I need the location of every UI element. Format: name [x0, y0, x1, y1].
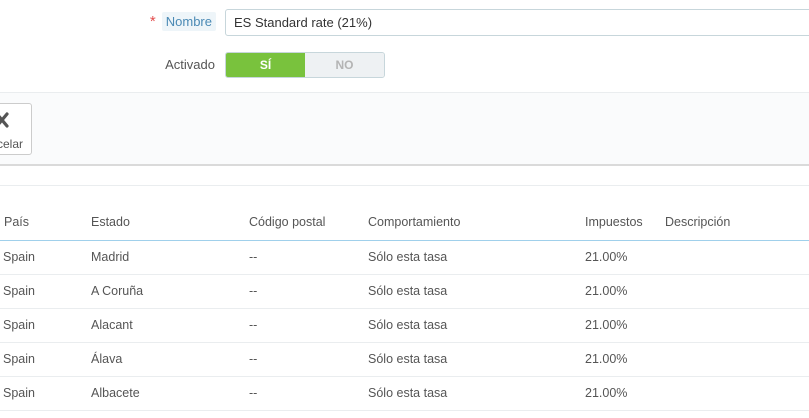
cell-impuestos: 21.00%: [585, 342, 665, 377]
cell-comportamiento: Sólo esta tasa: [368, 274, 585, 309]
cell-comportamiento: Sólo esta tasa: [368, 308, 585, 343]
active-toggle-yes[interactable]: SÍ: [226, 53, 305, 77]
table-row[interactable]: Spain Álava -- Sólo esta tasa 21.00%: [0, 342, 809, 377]
cell-impuestos: 21.00%: [585, 274, 665, 309]
cell-descripcion: [665, 240, 809, 275]
col-header-pais[interactable]: País: [0, 205, 91, 241]
col-header-descripcion[interactable]: Descripción: [665, 205, 809, 241]
cell-comportamiento: Sólo esta tasa: [368, 342, 585, 377]
form-footer: celar: [0, 92, 809, 166]
cell-codigo-postal: --: [249, 308, 368, 343]
cell-estado: Álava: [91, 342, 249, 377]
cell-estado: Alacant: [91, 308, 249, 343]
cell-descripcion: [665, 308, 809, 343]
close-icon-svg: [0, 112, 9, 128]
cell-pais: Spain: [0, 376, 91, 411]
required-marker: *: [149, 13, 156, 30]
cell-comportamiento: Sólo esta tasa: [368, 240, 585, 275]
table-row[interactable]: Spain Madrid -- Sólo esta tasa 21.00%: [0, 240, 809, 275]
cell-comportamiento: Sólo esta tasa: [368, 376, 585, 411]
name-label-text: Nombre: [161, 12, 216, 31]
cell-estado: Albacete: [91, 376, 249, 411]
table-header-row: País Estado Código postal Comportamiento…: [0, 205, 809, 241]
cell-pais: Spain: [0, 274, 91, 309]
cell-codigo-postal: --: [249, 274, 368, 309]
tax-rules-table: País Estado Código postal Comportamiento…: [0, 205, 809, 411]
col-header-estado[interactable]: Estado: [91, 205, 249, 241]
col-header-comportamiento[interactable]: Comportamiento: [368, 205, 585, 241]
section-separator: [0, 168, 809, 186]
cell-descripcion: [665, 274, 809, 309]
name-row: * Nombre ES Standard rate (21%): [0, 8, 809, 36]
col-header-impuestos[interactable]: Impuestos: [585, 205, 665, 241]
name-label: * Nombre: [150, 8, 216, 36]
cancel-button[interactable]: celar: [0, 103, 32, 155]
cell-impuestos: 21.00%: [585, 240, 665, 275]
table-row[interactable]: Spain A Coruña -- Sólo esta tasa 21.00%: [0, 274, 809, 309]
close-icon: [0, 112, 9, 132]
tax-rule-form: * Nombre ES Standard rate (21%) Activado …: [0, 0, 809, 92]
table-row[interactable]: Spain Albacete -- Sólo esta tasa 21.00%: [0, 376, 809, 411]
cell-pais: Spain: [0, 342, 91, 377]
cell-codigo-postal: --: [249, 240, 368, 275]
cell-estado: Madrid: [91, 240, 249, 275]
cancel-label: celar: [0, 137, 23, 151]
active-toggle-no[interactable]: NO: [305, 53, 384, 77]
cell-impuestos: 21.00%: [585, 376, 665, 411]
cell-descripcion: [665, 376, 809, 411]
cell-codigo-postal: --: [249, 376, 368, 411]
cell-impuestos: 21.00%: [585, 308, 665, 343]
active-row: Activado SÍ NO: [0, 51, 809, 79]
active-label: Activado: [165, 57, 215, 72]
table-row[interactable]: Spain Alacant -- Sólo esta tasa 21.00%: [0, 308, 809, 343]
col-header-codigo-postal[interactable]: Código postal: [249, 205, 368, 241]
cell-codigo-postal: --: [249, 342, 368, 377]
cell-pais: Spain: [0, 308, 91, 343]
cell-estado: A Coruña: [91, 274, 249, 309]
name-input[interactable]: ES Standard rate (21%): [225, 9, 809, 36]
active-toggle[interactable]: SÍ NO: [225, 52, 385, 78]
cell-pais: Spain: [0, 240, 91, 275]
cell-descripcion: [665, 342, 809, 377]
